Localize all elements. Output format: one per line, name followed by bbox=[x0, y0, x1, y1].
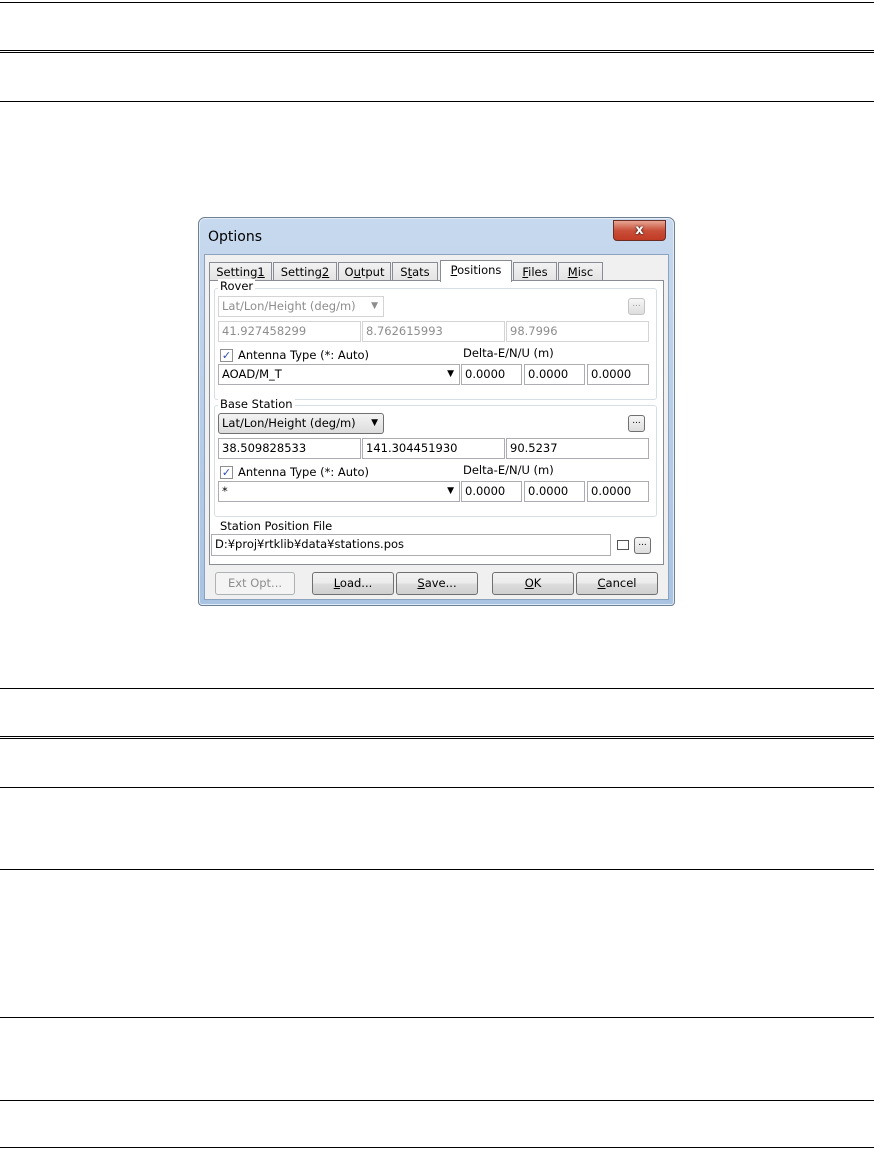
base-delta-e-field[interactable]: 0.0000 bbox=[461, 481, 522, 502]
tab-misc[interactable]: Misc bbox=[558, 262, 603, 281]
chevron-down-icon: ▼ bbox=[447, 486, 454, 496]
rover-antenna-checkbox[interactable]: ✓ bbox=[220, 349, 233, 362]
rule-4 bbox=[0, 787, 874, 788]
rover-delta-label: Delta-E/N/U (m) bbox=[463, 346, 554, 360]
chevron-down-icon: ▼ bbox=[371, 301, 378, 311]
dialog-client: Setting1 Setting2 Output Stats Positions… bbox=[204, 254, 669, 600]
options-dialog: Options x Setting1 Setting2 Output Stats… bbox=[198, 217, 675, 606]
cancel-button[interactable]: Cancel bbox=[576, 572, 658, 595]
rover-height-field[interactable]: 98.7996 bbox=[506, 321, 649, 342]
rule-3 bbox=[0, 688, 874, 689]
base-delta-n-field[interactable]: 0.0000 bbox=[524, 481, 585, 502]
station-file-label: Station Position File bbox=[220, 519, 333, 533]
base-antenna-select[interactable]: * ▼ bbox=[218, 481, 460, 502]
rover-delta-u-field[interactable]: 0.0000 bbox=[587, 364, 649, 385]
station-file-field[interactable]: D:¥proj¥rtklib¥data¥stations.pos bbox=[211, 534, 611, 556]
rover-antenna-label: Antenna Type (*: Auto) bbox=[238, 348, 370, 362]
tab-files[interactable]: Files bbox=[513, 262, 557, 281]
base-lat-field[interactable]: 38.509828533 bbox=[218, 438, 361, 459]
positions-panel: Rover Lat/Lon/Height (deg/m) ▼ ... 41.927… bbox=[209, 279, 664, 565]
rule-top bbox=[0, 2, 874, 3]
base-delta-label: Delta-E/N/U (m) bbox=[463, 463, 554, 477]
close-button[interactable]: x bbox=[613, 220, 666, 241]
view-file-icon[interactable] bbox=[617, 540, 629, 550]
base-height-field[interactable]: 90.5237 bbox=[506, 438, 649, 459]
rover-position-type-select[interactable]: Lat/Lon/Height (deg/m) ▼ bbox=[218, 296, 384, 317]
base-antenna-label: Antenna Type (*: Auto) bbox=[238, 465, 370, 479]
rule-bottom bbox=[0, 1147, 874, 1148]
chevron-down-icon: ▼ bbox=[371, 418, 378, 428]
rule-double-2 bbox=[0, 736, 874, 739]
load-button[interactable]: Load... bbox=[312, 572, 394, 595]
ok-button[interactable]: OK bbox=[492, 572, 574, 595]
rover-antenna-select[interactable]: AOAD/M_T ▼ bbox=[218, 364, 460, 385]
ext-opt-button[interactable]: Ext Opt... bbox=[215, 572, 295, 595]
base-antenna-checkbox[interactable]: ✓ bbox=[220, 466, 233, 479]
close-icon: x bbox=[635, 223, 644, 238]
tab-setting2[interactable]: Setting2 bbox=[273, 262, 337, 281]
base-station-group-label: Base Station bbox=[218, 397, 295, 411]
rover-lon-field[interactable]: 8.762615993 bbox=[362, 321, 505, 342]
rover-group-label: Rover bbox=[218, 279, 256, 293]
rover-delta-e-field[interactable]: 0.0000 bbox=[461, 364, 522, 385]
rover-delta-n-field[interactable]: 0.0000 bbox=[524, 364, 585, 385]
base-position-browse-button[interactable]: ... bbox=[628, 415, 645, 432]
base-position-type-select[interactable]: Lat/Lon/Height (deg/m) ▼ bbox=[218, 413, 384, 434]
base-delta-u-field[interactable]: 0.0000 bbox=[587, 481, 649, 502]
station-file-browse-button[interactable]: ... bbox=[634, 537, 651, 554]
rule-5 bbox=[0, 869, 874, 870]
rover-position-browse-button[interactable]: ... bbox=[628, 298, 645, 315]
base-lon-field[interactable]: 141.304451930 bbox=[362, 438, 505, 459]
rule-double-1 bbox=[0, 50, 874, 53]
save-button[interactable]: Save... bbox=[396, 572, 478, 595]
tab-positions[interactable]: Positions bbox=[440, 260, 512, 282]
rover-lat-field[interactable]: 41.927458299 bbox=[218, 321, 361, 342]
dialog-title: Options bbox=[208, 229, 263, 245]
chevron-down-icon: ▼ bbox=[447, 369, 454, 379]
tab-stats[interactable]: Stats bbox=[392, 262, 438, 281]
tab-output[interactable]: Output bbox=[338, 262, 391, 281]
rule-2 bbox=[0, 101, 874, 102]
rule-6 bbox=[0, 1017, 874, 1018]
rule-7 bbox=[0, 1100, 874, 1101]
